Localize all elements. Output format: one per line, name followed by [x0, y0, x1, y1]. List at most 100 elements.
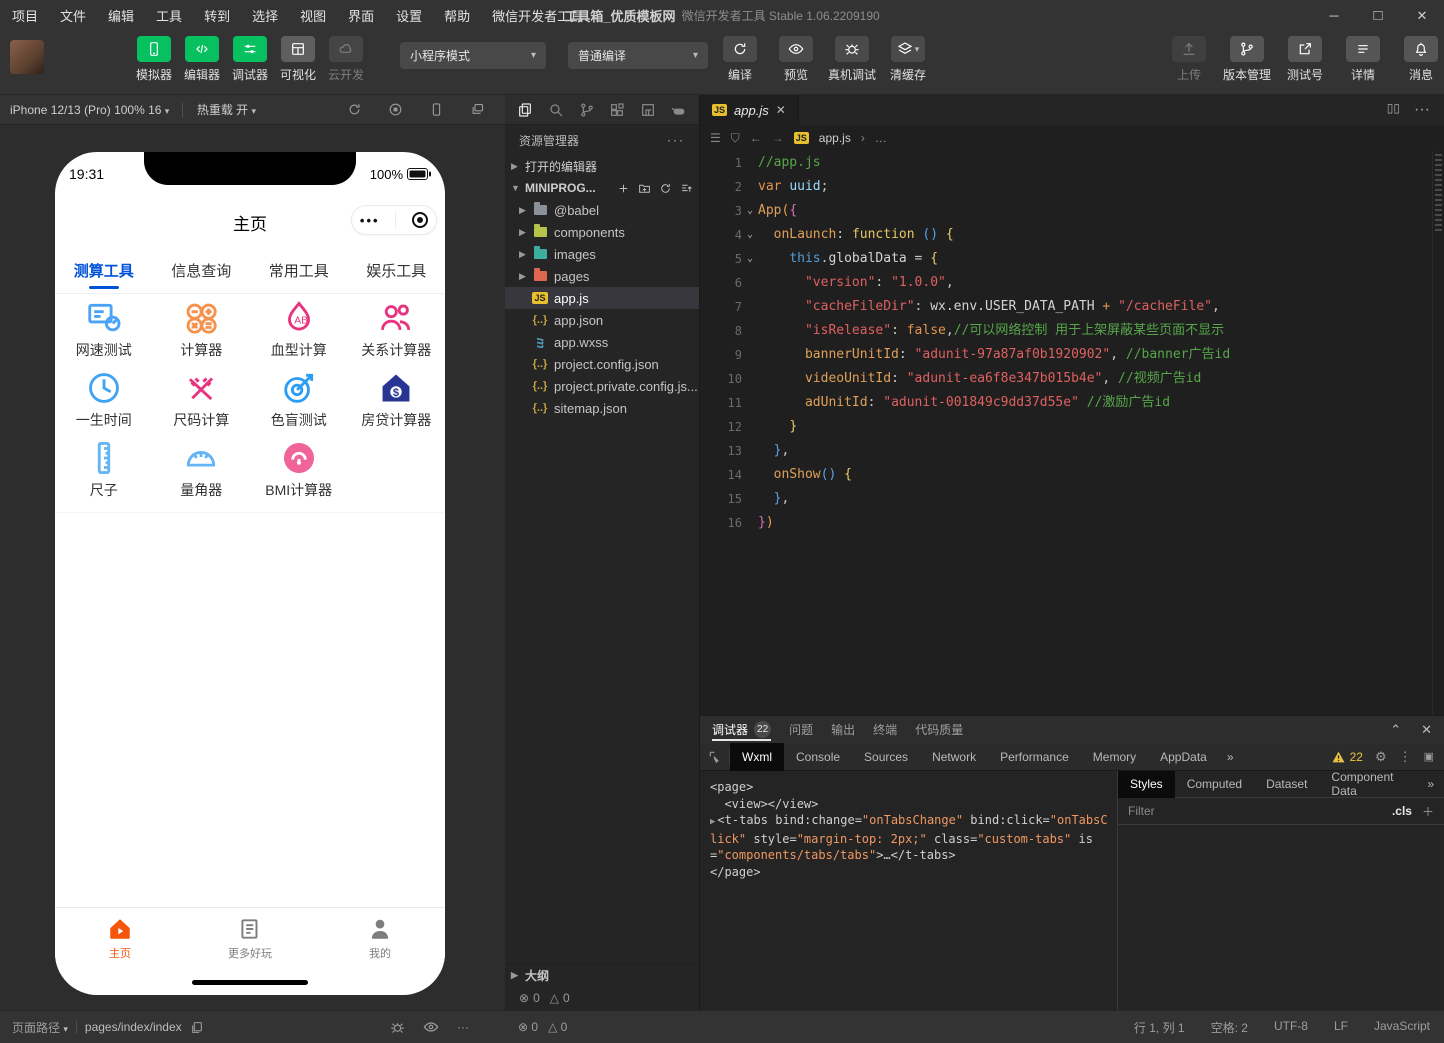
wxml-node[interactable]: <view></view> — [710, 796, 1113, 813]
toolbar-action-预览[interactable]: 预览 — [768, 36, 824, 83]
preview-eye-icon[interactable] — [423, 1021, 439, 1033]
grid-item-BMI计算器[interactable]: BMI计算器 — [250, 438, 348, 508]
menu-item-设置[interactable]: 设置 — [396, 6, 422, 25]
tab-常用工具[interactable]: 常用工具 — [250, 248, 348, 293]
avatar[interactable] — [10, 40, 44, 74]
inspect-element-icon[interactable] — [700, 749, 730, 765]
debugger-tab-代码质量[interactable]: 代码质量 — [915, 716, 963, 743]
copy-path-icon[interactable] — [190, 1021, 203, 1034]
devtools-settings-icon[interactable]: ⚙ — [1375, 749, 1387, 765]
toolbar-button-模拟器[interactable]: 模拟器 — [128, 36, 180, 83]
minimize-button[interactable]: ─ — [1312, 8, 1356, 23]
vconsole-bug-icon[interactable] — [390, 1020, 405, 1035]
tab-信息查询[interactable]: 信息查询 — [153, 248, 251, 293]
status-more-icon[interactable]: ··· — [457, 1020, 469, 1034]
devtools-tab-Sources[interactable]: Sources — [852, 743, 920, 771]
multi-window-icon[interactable] — [470, 102, 485, 117]
rotate-icon[interactable] — [347, 102, 362, 117]
devtools-menu-icon[interactable]: ⋮ — [1399, 749, 1412, 765]
page-path[interactable]: pages/index/index — [85, 1020, 182, 1034]
grid-item-血型计算[interactable]: AB血型计算 — [250, 298, 348, 368]
breadcrumb-file[interactable]: app.js — [819, 131, 851, 145]
close-button[interactable]: ✕ — [1400, 8, 1444, 24]
code-line[interactable]: 1//app.js — [700, 151, 1432, 175]
wxml-tree[interactable]: <page> <view></view>▶<t-tabs bind:change… — [700, 771, 1118, 1010]
wxml-node[interactable]: <page> — [710, 779, 1113, 796]
wxml-node[interactable]: </page> — [710, 864, 1113, 881]
toolbar-action-版本管理[interactable]: 版本管理 — [1218, 36, 1276, 83]
toolbar-button-编辑器[interactable]: 编辑器 — [176, 36, 228, 83]
styles-tab-Dataset[interactable]: Dataset — [1254, 771, 1319, 798]
undock-icon[interactable]: ▣ — [1424, 750, 1434, 763]
file-app.js[interactable]: JSapp.js — [505, 287, 699, 309]
status-空格: 2[interactable]: 空格: 2 — [1211, 1019, 1248, 1036]
tab-测算工具[interactable]: 测算工具 — [55, 248, 153, 293]
capsule-menu[interactable]: ••• — [351, 205, 437, 235]
grid-item-关系计算器[interactable]: 关系计算器 — [348, 298, 446, 368]
files-icon[interactable] — [517, 102, 533, 118]
close-panel-icon[interactable]: ✕ — [1421, 722, 1432, 738]
more-tabs-icon[interactable]: » — [1219, 750, 1242, 764]
new-folder-icon[interactable] — [638, 182, 651, 195]
debugger-tab-终端[interactable]: 终端 — [873, 716, 897, 743]
file-project.config.json[interactable]: {..}project.config.json — [505, 353, 699, 375]
toolbar-action-清缓存[interactable]: ▾清缓存 — [880, 36, 936, 83]
styles-tab-Computed[interactable]: Computed — [1175, 771, 1254, 798]
refresh-icon[interactable] — [659, 182, 672, 195]
debugger-tab-问题[interactable]: 问题 — [789, 716, 813, 743]
collapse-panel-icon[interactable]: ⌃ — [1390, 722, 1401, 738]
add-style-icon[interactable]: ＋ — [1422, 803, 1434, 820]
menu-item-视图[interactable]: 视图 — [300, 6, 326, 25]
tab-app-js[interactable]: JS app.js ✕ — [700, 95, 799, 125]
collapse-all-icon[interactable] — [680, 182, 693, 195]
code-line[interactable]: 5⌄ this.globalData = { — [700, 247, 1432, 271]
grid-item-色盲测试[interactable]: 色盲测试 — [250, 368, 348, 438]
split-editor-icon[interactable]: ▯▯ — [1387, 101, 1400, 119]
grid-item-尺码计算[interactable]: 尺码计算 — [153, 368, 251, 438]
status-行 1, 列 1[interactable]: 行 1, 列 1 — [1134, 1019, 1185, 1036]
outline-list-icon[interactable]: ☰ — [710, 131, 721, 145]
tabbar-item-我的[interactable]: 我的 — [315, 908, 445, 973]
toolbar-action-测试号[interactable]: 测试号 — [1276, 36, 1334, 83]
bookmark-icon[interactable]: ⛉ — [731, 131, 740, 146]
project-root[interactable]: ▼MINIPROG... — [505, 177, 699, 199]
code-line[interactable]: 8 "isRelease": false,//可以网络控制 用于上架屏蔽某些页面… — [700, 319, 1432, 343]
menu-item-帮助[interactable]: 帮助 — [444, 6, 470, 25]
grid-item-房贷计算器[interactable]: $房贷计算器 — [348, 368, 446, 438]
page-path-select[interactable]: 页面路径 ▾ — [12, 1019, 68, 1036]
devtools-tab-Network[interactable]: Network — [920, 743, 988, 771]
toolbar-action-消息[interactable]: 消息 — [1392, 36, 1444, 83]
status-UTF-8[interactable]: UTF-8 — [1274, 1019, 1308, 1036]
code-line[interactable]: 10 videoUnitId: "adunit-ea6f8e347b015b4e… — [700, 367, 1432, 391]
toolbar-action-真机调试[interactable]: 真机调试 — [824, 36, 880, 83]
cls-toggle[interactable]: .cls — [1392, 804, 1412, 818]
devtools-tab-Performance[interactable]: Performance — [988, 743, 1081, 771]
back-icon[interactable]: ← — [750, 131, 762, 145]
search-icon[interactable] — [548, 102, 564, 118]
styles-filter-input[interactable]: Filter — [1128, 804, 1155, 818]
hot-reload-toggle[interactable]: 热重载 开 ▾ — [197, 101, 256, 118]
wxml-node[interactable]: ▶<t-tabs bind:change="onTabsChange" bind… — [710, 812, 1113, 864]
tabbar-item-主页[interactable]: 主页 — [55, 908, 185, 973]
debugger-tab-输出[interactable]: 输出 — [831, 716, 855, 743]
more-style-tabs-icon[interactable]: » — [1427, 777, 1444, 791]
outline-section[interactable]: ▶大纲 — [505, 964, 699, 986]
stop-icon[interactable] — [388, 102, 403, 117]
menu-item-编辑[interactable]: 编辑 — [108, 6, 134, 25]
close-tab-icon[interactable]: ✕ — [776, 103, 786, 117]
forward-icon[interactable]: → — [772, 131, 784, 145]
maximize-button[interactable]: □ — [1356, 7, 1400, 24]
grid-item-量角器[interactable]: 量角器 — [153, 438, 251, 508]
compile-mode-select[interactable]: 普通编译▾ — [568, 42, 708, 69]
code-line[interactable]: 13 }, — [700, 439, 1432, 463]
minimap[interactable] — [1432, 151, 1444, 715]
file-app.json[interactable]: {..}app.json — [505, 309, 699, 331]
menu-item-文件[interactable]: 文件 — [60, 6, 86, 25]
open-editors-section[interactable]: ▶打开的编辑器 — [505, 155, 699, 177]
file-@babel[interactable]: ▶@babel — [505, 199, 699, 221]
toolbar-button-调试器[interactable]: 调试器 — [224, 36, 276, 83]
code-line[interactable]: 11 adUnitId: "adunit-001849c9dd37d55e" /… — [700, 391, 1432, 415]
editor-more-icon[interactable]: ··· — [1414, 101, 1430, 119]
device-select[interactable]: iPhone 12/13 (Pro) 100% 16 ▾ — [10, 103, 169, 117]
styles-tab-Component Data[interactable]: Component Data — [1319, 771, 1427, 798]
